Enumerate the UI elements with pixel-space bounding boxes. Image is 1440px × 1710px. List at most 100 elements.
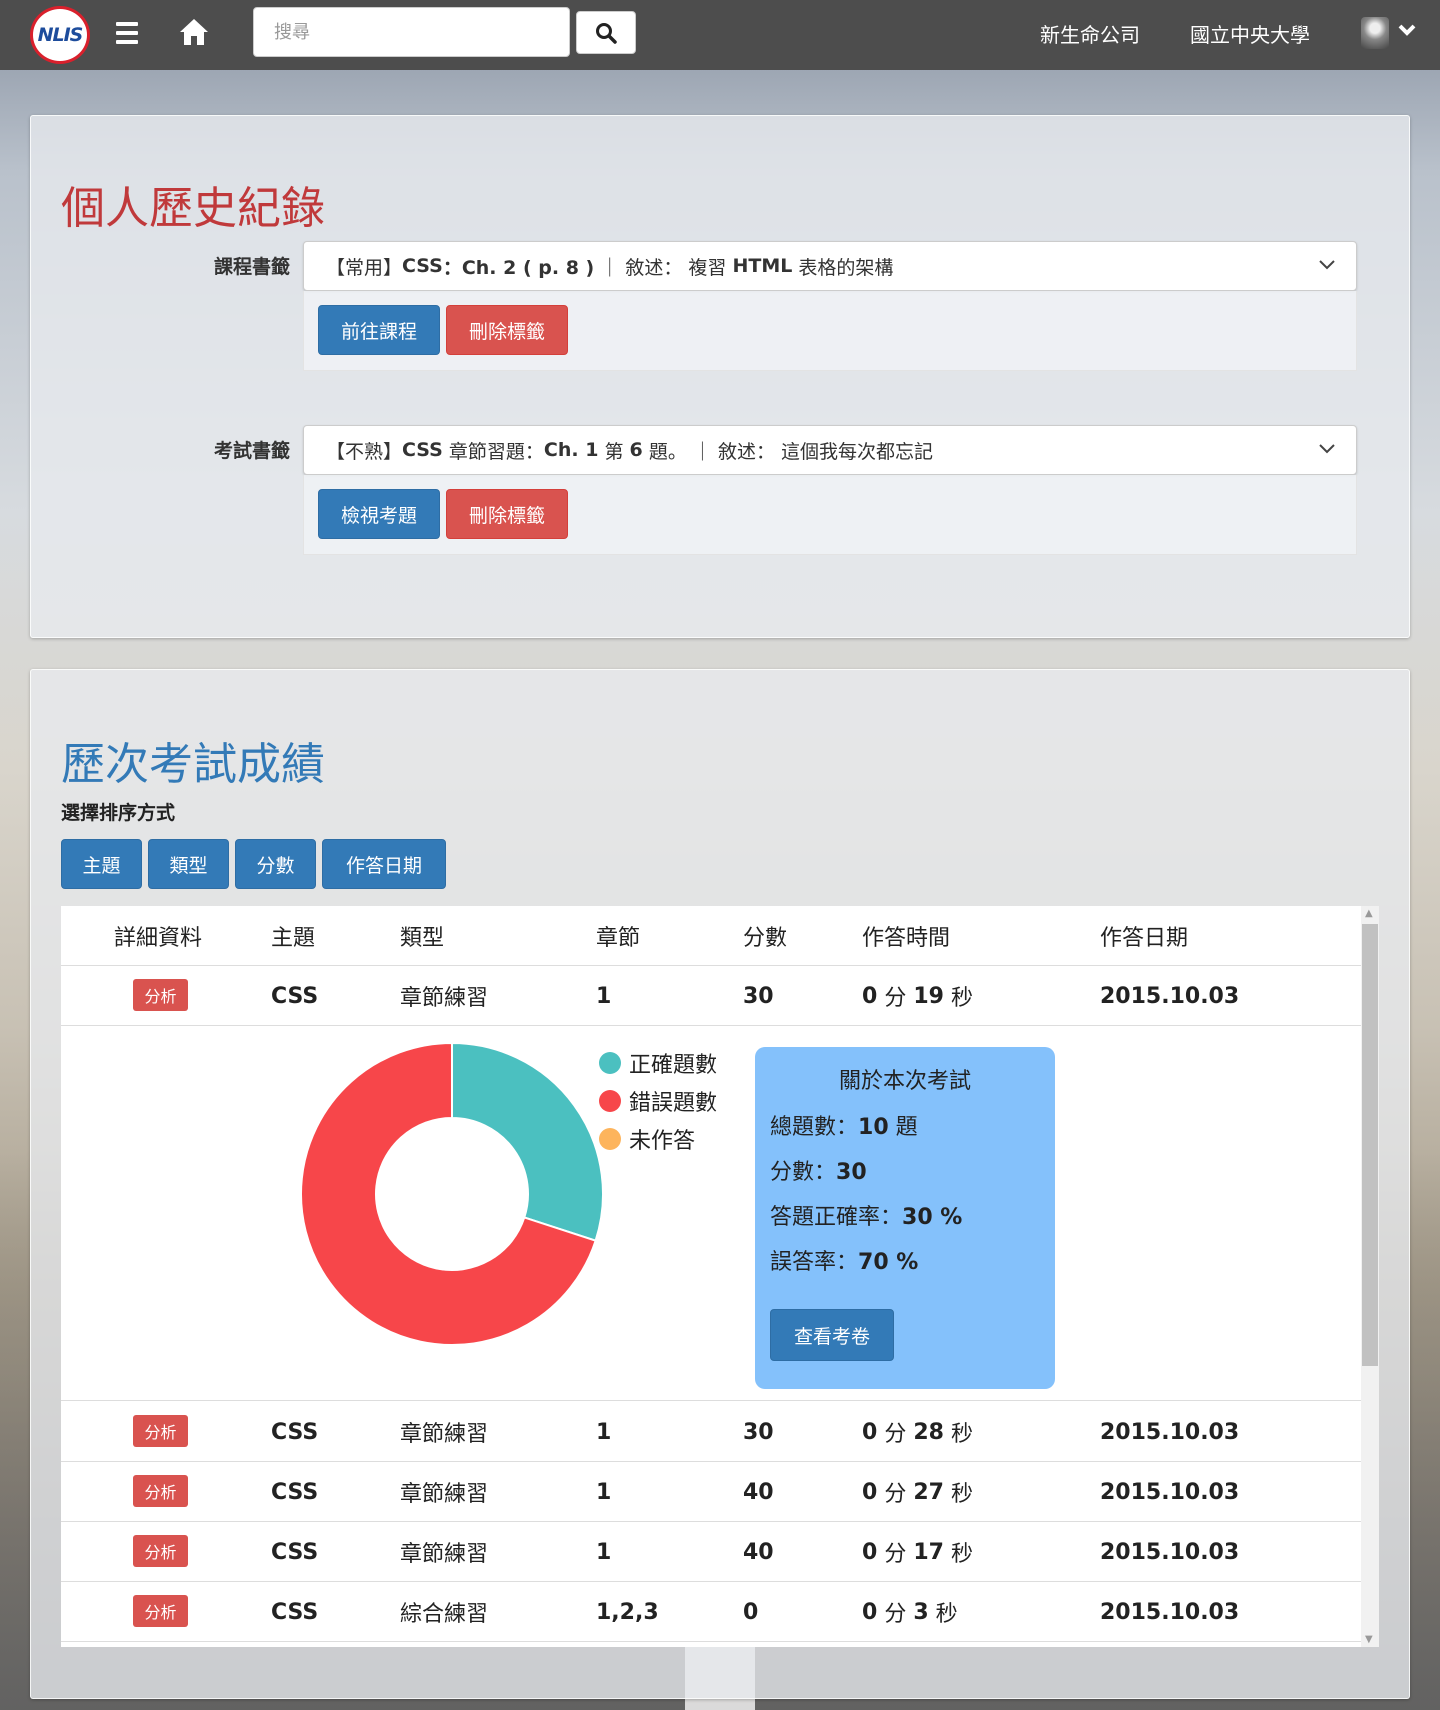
- page-title: 個人歷史紀錄: [61, 183, 325, 234]
- nav-link-company[interactable]: 新生命公司: [1040, 19, 1140, 48]
- table-header: 詳細資料 主題 類型 章節 分數 作答時間 作答日期: [61, 906, 1361, 966]
- search-button[interactable]: [576, 11, 636, 54]
- result-donut-chart: [300, 1041, 604, 1346]
- nlis-logo[interactable]: NLIS: [30, 6, 90, 64]
- analyze-button[interactable]: 分析: [133, 1415, 188, 1447]
- view-paper-button[interactable]: 查看考卷: [770, 1309, 894, 1361]
- row-chapter: 1,2,3: [596, 1599, 659, 1625]
- row-chapter: 1: [596, 1479, 612, 1505]
- table-row: 分析 CSS 章節練習 1 30 0 分 19 秒 2015.10.03: [61, 966, 1361, 1026]
- scores-panel: 歷次考試成績 選擇排序方式 主題 類型 分數 作答日期 詳細資料 主題 類型 章…: [30, 669, 1410, 1699]
- table-row: 分析 CSS 綜合練習 1,2,3 0 0 分 3 秒 2015.10.03: [61, 1582, 1361, 1642]
- donut-slice-0: [451, 1041, 604, 1242]
- scroll-down-icon[interactable]: ▼: [1365, 1634, 1373, 1645]
- table-row: 分析 CSS 章節練習 1 30 0 分 28 秒 2015.10.03: [61, 1402, 1361, 1462]
- row-time: 0 分 17 秒: [862, 1539, 973, 1568]
- exam-bookmark-actions: 檢視考題 刪除標籤: [303, 475, 1357, 555]
- search-icon: [596, 22, 617, 44]
- exam-info-card: 關於本次考試 總題數：10 題 分數：30 答題正確率：30 % 誤答率：70 …: [755, 1047, 1055, 1389]
- row-type: 章節練習: [400, 986, 489, 1011]
- chevron-down-icon: [1319, 260, 1335, 270]
- scroll-thumb[interactable]: [1362, 924, 1378, 1366]
- course-bookmark-actions: 前往課程 刪除標籤: [303, 291, 1357, 371]
- home-icon[interactable]: [178, 16, 210, 48]
- view-question-button[interactable]: 檢視考題: [318, 489, 440, 539]
- analyze-button[interactable]: 分析: [133, 1475, 188, 1507]
- row-time: 0 分 28 秒: [862, 1419, 973, 1448]
- legend-item: 正確題數: [599, 1044, 717, 1082]
- row-date: 2015.10.03: [1100, 1539, 1240, 1565]
- row-date: 2015.10.03: [1100, 983, 1240, 1009]
- sort-caption: 選擇排序方式: [61, 802, 176, 824]
- row-score: 0: [743, 1599, 759, 1625]
- menu-icon[interactable]: [116, 22, 138, 44]
- chevron-down-icon: [1319, 444, 1335, 454]
- row-score: 30: [743, 1419, 774, 1445]
- sort-by-score-button[interactable]: 分數: [235, 839, 316, 889]
- avatar[interactable]: [1361, 17, 1389, 49]
- info-error-rate: 誤答率：70 %: [770, 1250, 919, 1275]
- sort-by-date-button[interactable]: 作答日期: [322, 839, 446, 889]
- row-topic: CSS: [271, 1479, 319, 1505]
- row-type: 章節練習: [400, 1422, 489, 1447]
- table-row: 分析 CSS 章節練習 1 40 0 分 27 秒 2015.10.03: [61, 1462, 1361, 1522]
- row-date: 2015.10.03: [1100, 1599, 1240, 1625]
- col-date: 作答日期: [1100, 926, 1189, 951]
- row-topic: CSS: [271, 1599, 319, 1625]
- row-chapter: 1: [596, 983, 612, 1009]
- row-type: 章節練習: [400, 1542, 489, 1567]
- col-detail: 詳細資料: [114, 926, 203, 951]
- row-chapter: 1: [596, 1539, 612, 1565]
- col-topic: 主題: [271, 926, 316, 951]
- row-time: 0 分 19 秒: [862, 983, 973, 1012]
- table-scrollbar[interactable]: ▲ ▼: [1361, 906, 1379, 1647]
- scroll-up-icon[interactable]: ▲: [1365, 908, 1373, 919]
- col-time: 作答時間: [862, 926, 951, 951]
- row-chapter: 1: [596, 1419, 612, 1445]
- col-score: 分數: [743, 926, 788, 951]
- info-total: 總題數：10 題: [770, 1115, 918, 1140]
- row-topic: CSS: [271, 1539, 319, 1565]
- table-row: 分析 CSS 章節練習 1 40 0 分 17 秒 2015.10.03: [61, 1522, 1361, 1582]
- row-type: 綜合練習: [400, 1602, 489, 1627]
- legend-dot: [599, 1090, 621, 1112]
- row-date: 2015.10.03: [1100, 1479, 1240, 1505]
- info-title: 關於本次考試: [838, 1069, 971, 1094]
- exam-bookmark-select[interactable]: 【不熟】 CSS 章節習題： Ch. 1 第 6 題。 ｜ 敘述： 這個我每次都忘記: [303, 425, 1357, 475]
- sort-by-topic-button[interactable]: 主題: [61, 839, 142, 889]
- sort-by-type-button[interactable]: 類型: [148, 839, 229, 889]
- scores-table: 詳細資料 主題 類型 章節 分數 作答時間 作答日期 分析 CSS 章節練習 1…: [61, 906, 1379, 1647]
- exam-detail: 正確題數 錯誤題數 未作答 關於本次考試 總題數：10 題 分數：30 答題正確…: [61, 1026, 1361, 1401]
- analyze-button[interactable]: 分析: [133, 1535, 188, 1567]
- legend-item: 未作答: [599, 1120, 717, 1158]
- scores-title: 歷次考試成績: [61, 739, 325, 790]
- row-score: 40: [743, 1539, 774, 1565]
- chevron-down-icon[interactable]: [1397, 22, 1417, 38]
- legend-dot: [599, 1052, 621, 1074]
- legend-dot: [599, 1128, 621, 1150]
- top-navbar: NLIS 新生命公司 國立中央大學: [0, 0, 1440, 70]
- go-to-course-button[interactable]: 前往課程: [318, 305, 440, 355]
- analyze-button[interactable]: 分析: [133, 1595, 188, 1627]
- row-topic: CSS: [271, 1419, 319, 1445]
- search-input[interactable]: [253, 7, 570, 57]
- row-date: 2015.10.03: [1100, 1419, 1240, 1445]
- nav-link-university[interactable]: 國立中央大學: [1190, 19, 1310, 48]
- row-score: 40: [743, 1479, 774, 1505]
- row-topic: CSS: [271, 983, 319, 1009]
- history-panel: 個人歷史紀錄 課程書籤 【常用】 CSS ：Ch. 2 ( p. 8 ) ｜ 敘述：…: [30, 115, 1410, 638]
- course-bookmark-label: 課程書籤: [213, 256, 290, 278]
- course-bookmark-select[interactable]: 【常用】 CSS ：Ch. 2 ( p. 8 ) ｜ 敘述： 複習 HTML 表格的…: [303, 241, 1357, 291]
- info-score: 分數：30: [770, 1160, 867, 1185]
- delete-course-bookmark-button[interactable]: 刪除標籤: [446, 305, 568, 355]
- exam-bookmark-label: 考試書籤: [213, 440, 290, 462]
- row-time: 0 分 27 秒: [862, 1479, 973, 1508]
- delete-exam-bookmark-button[interactable]: 刪除標籤: [446, 489, 568, 539]
- legend-item: 錯誤題數: [599, 1082, 717, 1120]
- row-type: 章節練習: [400, 1482, 489, 1507]
- col-type: 類型: [400, 926, 445, 951]
- row-time: 0 分 3 秒: [862, 1599, 958, 1628]
- info-correct-rate: 答題正確率：30 %: [770, 1205, 963, 1230]
- analyze-button[interactable]: 分析: [133, 979, 188, 1011]
- chart-legend: 正確題數 錯誤題數 未作答: [599, 1044, 717, 1158]
